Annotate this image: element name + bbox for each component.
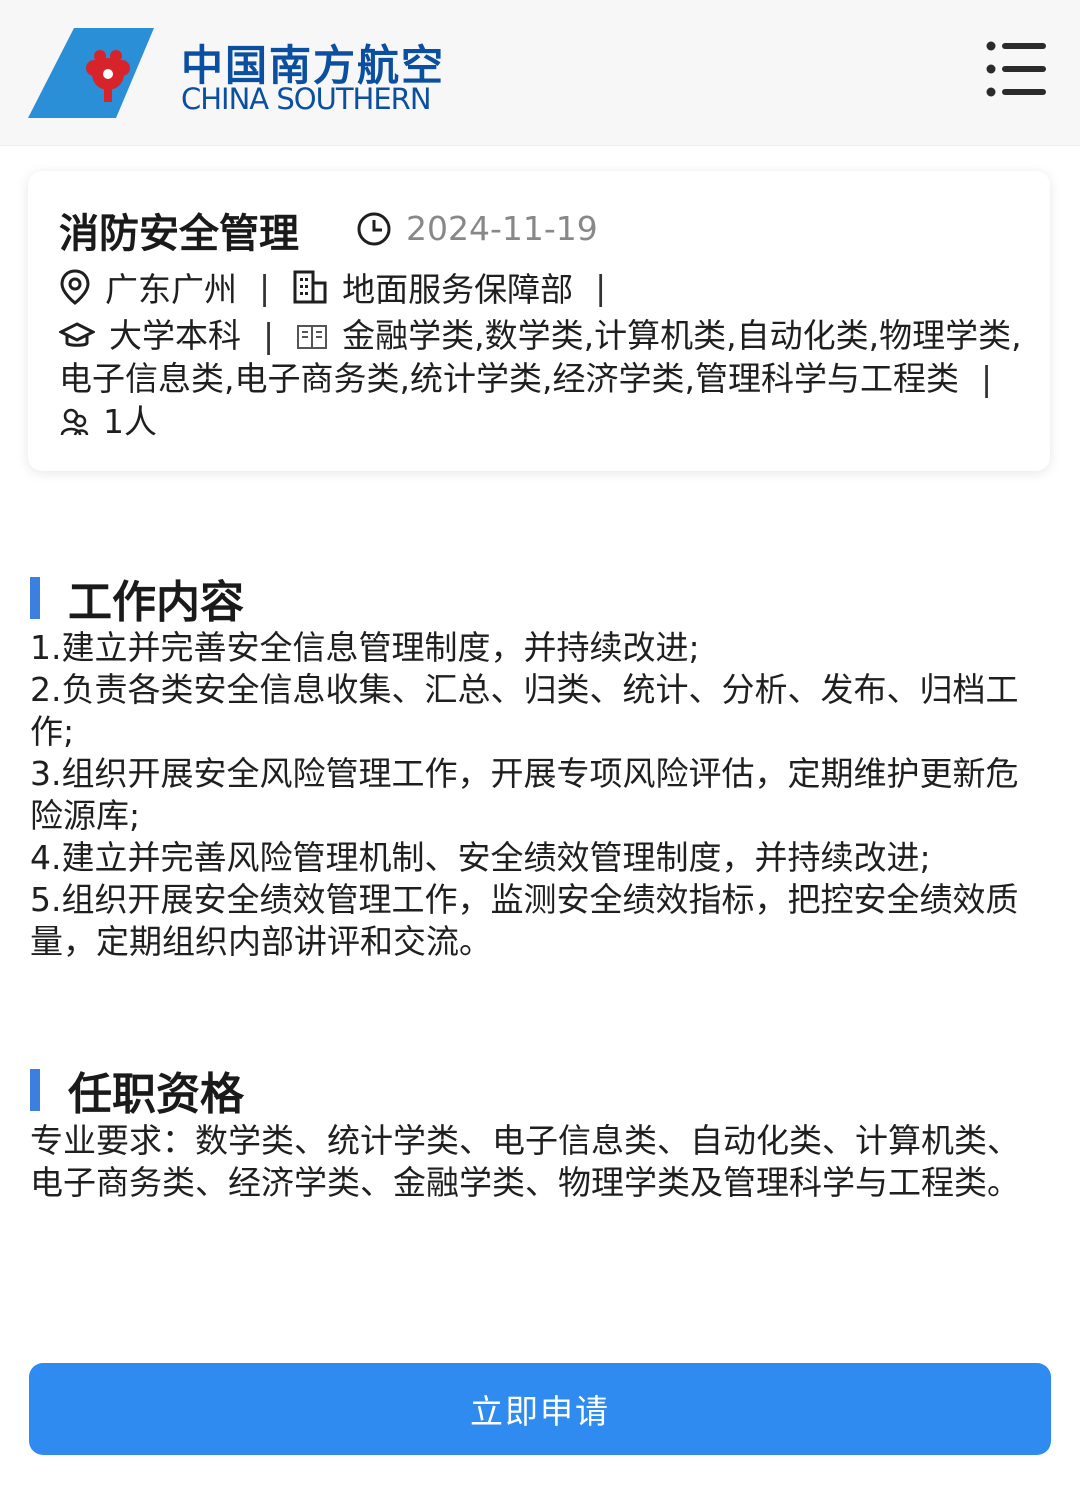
post-date: 2024-11-19 [356, 209, 598, 248]
brand-name-en: CHINA SOUTHERN [181, 82, 432, 116]
airline-logo-icon [28, 28, 154, 118]
job-department: 地面服务保障部 [342, 270, 574, 309]
qualifications-text: 专业要求：数学类、统计学类、电子信息类、自动化类、计算机类、电子商务类、经济学类… [30, 1121, 1020, 1202]
list-item: 2.负责各类安全信息收集、汇总、归类、统计、分析、发布、归档工作; [30, 670, 1019, 751]
divider: | [259, 267, 271, 307]
duties-section-header: 工作内容 [30, 566, 244, 630]
location-pin-icon [60, 269, 90, 305]
duties-title: 工作内容 [68, 577, 244, 628]
section-accent-bar [30, 1069, 40, 1111]
qualifications-title: 任职资格 [68, 1069, 244, 1120]
job-requirements: 大学本科 | 金融学类,数学类,计算机类,自动化类,物理学类,电子信息类,电子商务… [59, 314, 1029, 443]
job-meta-row: 广东广州 | 地面服务保障部 | [59, 263, 628, 311]
people-icon [60, 408, 89, 436]
section-accent-bar [30, 577, 40, 619]
divider: | [980, 359, 993, 398]
graduation-cap-icon [59, 322, 95, 347]
app-header: 中国南方航空 CHINA SOUTHERN [0, 0, 1080, 146]
list-item: 4.建立并完善风险管理机制、安全绩效管理制度，并持续改进; [30, 838, 931, 877]
job-title: 消防安全管理 [59, 211, 299, 257]
list-item: 1.建立并完善安全信息管理制度，并持续改进; [30, 628, 700, 667]
job-headcount: 1人 [103, 402, 157, 441]
menu-icon[interactable] [986, 40, 1048, 98]
post-date-text: 2024-11-19 [406, 209, 598, 248]
duties-list: 1.建立并完善安全信息管理制度，并持续改进; 2.负责各类安全信息收集、汇总、归… [30, 627, 1050, 963]
clock-icon [357, 212, 391, 245]
building-icon [293, 270, 327, 304]
apply-button[interactable]: 立即申请 [29, 1363, 1051, 1455]
job-summary-card: 消防安全管理 2024-11-19 广东广州 | 地面服务保障部 | 大学本科 … [28, 171, 1050, 471]
divider: | [263, 316, 275, 355]
list-item: 3.组织开展安全风险管理工作，开展专项风险评估，定期维护更新危险源库; [30, 754, 1019, 835]
qualifications-section-header: 任职资格 [30, 1058, 244, 1122]
book-icon [297, 325, 328, 349]
list-item: 5.组织开展安全绩效管理工作，监测安全绩效指标，把控安全绩效质量，定期组织内部讲… [30, 880, 1019, 961]
divider: | [595, 267, 607, 307]
job-education: 大学本科 [109, 316, 241, 355]
job-location: 广东广州 [105, 270, 237, 309]
